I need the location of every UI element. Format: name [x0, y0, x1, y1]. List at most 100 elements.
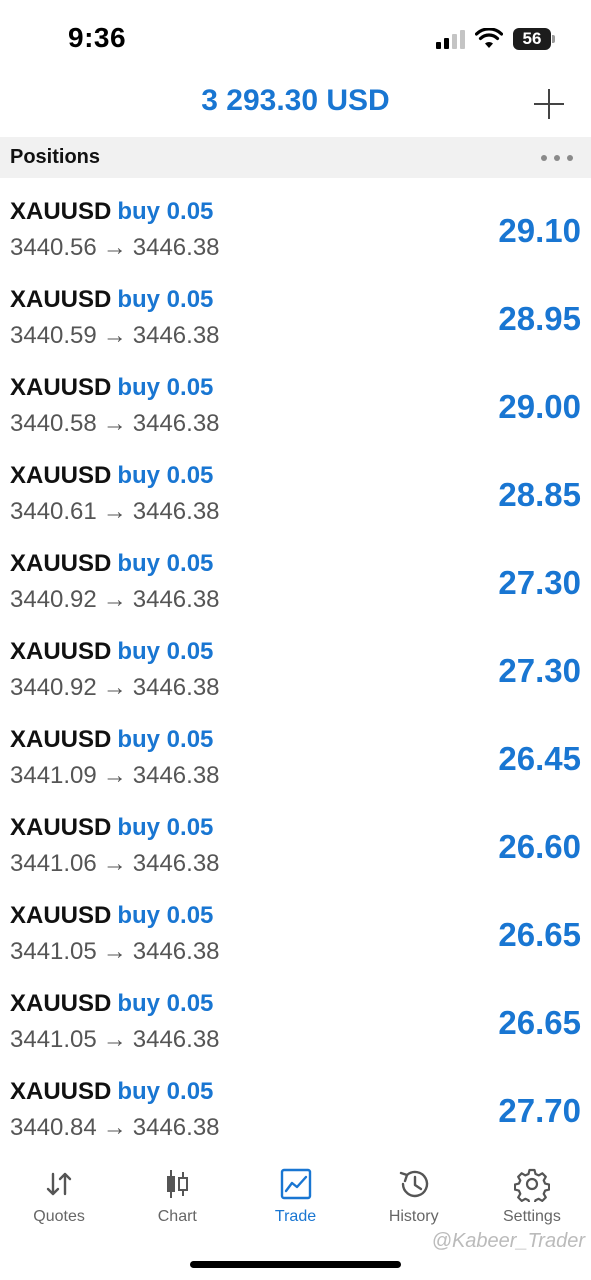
position-row[interactable]: XAUUSD buy 0.05 3441.06 → 3446.38 26.60 — [0, 794, 591, 882]
position-title: XAUUSD buy 0.05 — [10, 462, 213, 490]
arrow-right-icon: → — [102, 762, 127, 789]
battery-icon: 56 — [513, 28, 555, 50]
position-title: XAUUSD buy 0.05 — [10, 726, 213, 754]
wifi-icon — [475, 28, 503, 50]
position-title: XAUUSD buy 0.05 — [10, 374, 213, 402]
position-prices: 3440.58 → 3446.38 — [10, 410, 220, 438]
arrow-right-icon: → — [102, 674, 127, 701]
history-clock-icon — [396, 1166, 432, 1202]
current-price: 3446.38 — [132, 322, 220, 349]
position-profit: 29.10 — [498, 212, 581, 249]
home-indicator — [190, 1261, 401, 1268]
position-row[interactable]: XAUUSD buy 0.05 3441.05 → 3446.38 26.65 — [0, 882, 591, 970]
position-profit: 26.65 — [498, 1004, 581, 1041]
position-prices: 3441.09 → 3446.38 — [10, 762, 220, 790]
position-profit: 26.65 — [498, 916, 581, 953]
position-symbol: XAUUSD — [10, 902, 112, 929]
position-title: XAUUSD buy 0.05 — [10, 990, 213, 1018]
position-prices: 3440.59 → 3446.38 — [10, 322, 220, 350]
arrow-right-icon: → — [102, 498, 127, 525]
section-title: Positions — [10, 146, 101, 168]
battery-level: 56 — [522, 29, 542, 48]
position-symbol: XAUUSD — [10, 990, 112, 1017]
position-prices: 3440.84 → 3446.38 — [10, 1114, 220, 1142]
position-symbol: XAUUSD — [10, 638, 112, 665]
current-price: 3446.38 — [132, 762, 220, 789]
position-prices: 3441.05 → 3446.38 — [10, 938, 220, 966]
position-prices: 3440.56 → 3446.38 — [10, 234, 220, 262]
position-symbol: XAUUSD — [10, 814, 112, 841]
arrow-right-icon: → — [102, 410, 127, 437]
position-side-volume: buy 0.05 — [117, 814, 214, 841]
position-title: XAUUSD buy 0.05 — [10, 198, 213, 226]
position-prices: 3440.92 → 3446.38 — [10, 674, 220, 702]
position-side-volume: buy 0.05 — [117, 462, 214, 489]
tab-chart[interactable]: Chart — [118, 1160, 236, 1240]
position-title: XAUUSD buy 0.05 — [10, 1078, 213, 1106]
position-row[interactable]: XAUUSD buy 0.05 3441.09 → 3446.38 26.45 — [0, 706, 591, 794]
current-price: 3446.38 — [132, 498, 220, 525]
position-profit: 27.30 — [498, 564, 581, 601]
position-title: XAUUSD buy 0.05 — [10, 814, 213, 842]
position-row[interactable]: XAUUSD buy 0.05 3440.61 → 3446.38 28.85 — [0, 442, 591, 530]
position-profit: 26.60 — [498, 828, 581, 865]
position-prices: 3440.61 → 3446.38 — [10, 498, 220, 526]
account-header: 3 293.30 USD — [0, 80, 591, 136]
position-profit: 29.00 — [498, 388, 581, 425]
position-side-volume: buy 0.05 — [117, 374, 214, 401]
gear-icon — [513, 1166, 551, 1206]
open-price: 3441.09 — [10, 762, 97, 789]
position-profit: 26.45 — [498, 740, 581, 777]
open-price: 3441.06 — [10, 850, 97, 877]
position-side-volume: buy 0.05 — [117, 198, 214, 225]
position-title: XAUUSD buy 0.05 — [10, 902, 213, 930]
arrow-right-icon: → — [102, 938, 127, 965]
position-title: XAUUSD buy 0.05 — [10, 550, 213, 578]
tab-label-history: History — [388, 1208, 439, 1225]
current-price: 3446.38 — [132, 1026, 220, 1053]
tab-label-settings: Settings — [503, 1208, 561, 1225]
more-options-icon[interactable] — [541, 155, 573, 161]
position-side-volume: buy 0.05 — [117, 990, 214, 1017]
quotes-arrows-icon — [41, 1166, 77, 1202]
position-profit: 28.95 — [498, 300, 581, 337]
tab-quotes[interactable]: Quotes — [0, 1160, 118, 1240]
position-row[interactable]: XAUUSD buy 0.05 3440.59 → 3446.38 28.95 — [0, 266, 591, 354]
current-price: 3446.38 — [132, 938, 220, 965]
position-prices: 3441.05 → 3446.38 — [10, 1026, 220, 1054]
tab-settings[interactable]: Settings — [473, 1160, 591, 1240]
arrow-right-icon: → — [102, 234, 127, 261]
open-price: 3441.05 — [10, 938, 97, 965]
cellular-signal-icon — [436, 29, 465, 49]
position-side-volume: buy 0.05 — [117, 902, 214, 929]
position-side-volume: buy 0.05 — [117, 286, 214, 313]
status-indicators: 56 — [436, 26, 555, 52]
position-profit: 28.85 — [498, 476, 581, 513]
position-symbol: XAUUSD — [10, 286, 112, 313]
current-price: 3446.38 — [132, 234, 220, 261]
open-price: 3440.84 — [10, 1114, 97, 1141]
add-order-button[interactable] — [531, 86, 567, 122]
tab-history[interactable]: History — [355, 1160, 473, 1240]
position-profit: 27.30 — [498, 652, 581, 689]
position-row[interactable]: XAUUSD buy 0.05 3440.92 → 3446.38 27.30 — [0, 618, 591, 706]
current-price: 3446.38 — [132, 586, 220, 613]
position-row[interactable]: XAUUSD buy 0.05 3441.05 → 3446.38 26.65 — [0, 970, 591, 1058]
position-symbol: XAUUSD — [10, 374, 112, 401]
position-row[interactable]: XAUUSD buy 0.05 3440.58 → 3446.38 29.00 — [0, 354, 591, 442]
positions-list: XAUUSD buy 0.05 3440.56 → 3446.38 29.10 XAUUSD… — [0, 178, 591, 1146]
open-price: 3440.61 — [10, 498, 97, 525]
arrow-right-icon: → — [102, 586, 127, 613]
status-bar: 9:36 56 — [0, 0, 591, 80]
arrow-right-icon: → — [102, 1114, 127, 1141]
position-title: XAUUSD buy 0.05 — [10, 286, 213, 314]
position-prices: 3441.06 → 3446.38 — [10, 850, 220, 878]
tab-trade[interactable]: Trade — [236, 1160, 354, 1240]
open-price: 3440.56 — [10, 234, 97, 261]
current-price: 3446.38 — [132, 674, 220, 701]
position-row[interactable]: XAUUSD buy 0.05 3440.56 → 3446.38 29.10 — [0, 178, 591, 266]
position-row[interactable]: XAUUSD buy 0.05 3440.84 → 3446.38 27.70 — [0, 1058, 591, 1146]
position-row[interactable]: XAUUSD buy 0.05 3440.92 → 3446.38 27.30 — [0, 530, 591, 618]
open-price: 3440.59 — [10, 322, 97, 349]
watermark: @Kabeer_Trader — [431, 1230, 585, 1252]
